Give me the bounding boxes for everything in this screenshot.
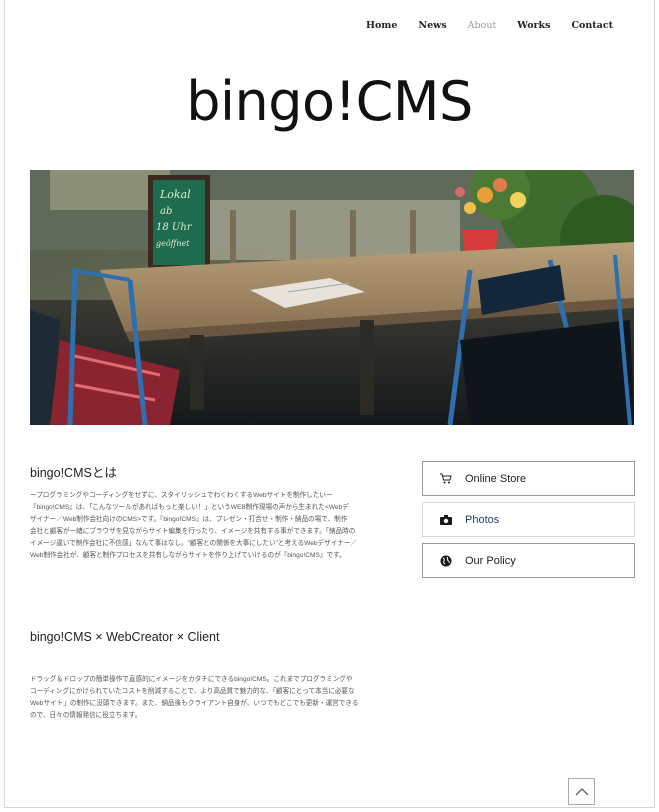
side-item-photos[interactable]: Photos [422,502,635,537]
site-logo[interactable]: bingo!CMS [0,70,659,133]
nav-about[interactable]: About [468,20,497,31]
section-about-line: 会社と顧客が一緒にブラウザを見ながらサイト編集を行ったり、イメージを共有する事が… [30,528,356,535]
camera-icon [439,513,453,527]
side-item-our-policy[interactable]: Our Policy [422,543,635,578]
section-workflow-title: bingo!CMS × WebCreator × Client [30,630,220,644]
back-to-top-button[interactable] [568,778,595,805]
cart-icon [439,472,453,486]
sign-line-1: Lokal [159,188,191,201]
section-about-line: 『bingo!CMS』は、「こんなツールがあればもっと楽しい！」というWEB制作… [30,504,349,511]
sign-line-4: geöffnet [156,239,190,248]
side-item-label: Online Store [465,472,527,485]
cafe-patio-photo: Lokal ab 18 Uhr geöffnet [30,170,634,425]
section-about-line: イメージ違いで制作会社に不信感」なんて事はなし。"顧客との関係を大事にしたい"と… [30,540,357,547]
section-about-line: ープログラミングやコーディングをせずに、スタイリッシュでわくわくするWebサイト… [30,492,333,499]
hero-image: Lokal ab 18 Uhr geöffnet [30,170,634,425]
globe-icon [439,554,453,568]
section-workflow-line: Webサイト」の制作に没頭できます。また、納品後もクライアント自身が、いつでもど… [30,700,359,707]
side-item-label: Our Policy [465,554,516,567]
section-workflow-line: ドラッグ＆ドロップの簡単操作で直感的にイメージをカタチにできるbingo!CMS… [30,676,353,683]
side-item-online-store[interactable]: Online Store [422,461,635,496]
nav-contact[interactable]: Contact [571,20,613,31]
section-about-line: ザイナー／Web制作会社向けのCMS>です。『bingo!CMS』は、プレゼン・… [30,516,348,523]
sign-line-3: 18 Uhr [156,222,193,233]
side-menu: Online Store Photos Our Policy [422,461,635,584]
main-nav: Home News About Works Contact [345,20,613,31]
section-workflow-body: ドラッグ＆ドロップの簡単操作で直感的にイメージをカタチにできるbingo!CMS… [30,674,385,722]
nav-works[interactable]: Works [517,20,550,31]
section-about-title: bingo!CMSとは [30,466,117,480]
sign-line-2: ab [160,206,172,217]
section-workflow-line: コーディングにかけられていたコストを削減することで、より高品質で魅力的な、「顧客… [30,688,355,695]
section-about-line: Web制作会社が、顧客と制作プロセスを共有しながらサイトを作り上げていけるのが『… [30,552,346,559]
section-workflow-line: ので、日々の情報発信に役立ちます。 [30,712,142,719]
nav-home[interactable]: Home [366,20,397,31]
side-item-label: Photos [465,513,500,526]
chevron-up-icon [575,783,589,801]
nav-news[interactable]: News [418,20,446,31]
section-about-body: ープログラミングやコーディングをせずに、スタイリッシュでわくわくするWebサイト… [30,490,385,562]
